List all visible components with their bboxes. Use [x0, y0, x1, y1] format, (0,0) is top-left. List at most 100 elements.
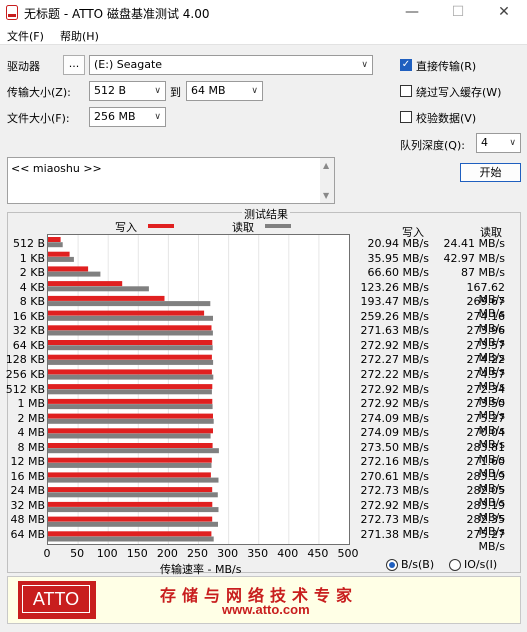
write-speed-value: 272.27 MB/s	[360, 353, 429, 366]
direct-io-label[interactable]: 直接传输(R)	[416, 58, 476, 74]
browse-button[interactable]: ...	[63, 55, 85, 75]
write-bar	[48, 457, 212, 463]
row-size-label: 16 MB	[10, 470, 45, 483]
verify-data-checkbox[interactable]	[400, 111, 412, 123]
unit-ios-radio[interactable]	[449, 559, 461, 571]
write-speed-value: 272.92 MB/s	[360, 383, 429, 396]
write-bar	[48, 340, 213, 345]
notes-textarea[interactable]: << miaoshu >> ▲ ▼	[7, 157, 335, 204]
row-size-label: 512 B	[12, 237, 45, 250]
x-tick-label: 100	[96, 547, 118, 560]
write-speed-value: 123.26 MB/s	[360, 281, 429, 294]
notes-scrollbar[interactable]: ▲ ▼	[320, 158, 334, 203]
read-bar	[48, 462, 212, 468]
window-title: 无标题 - ATTO 磁盘基准测试 4.00	[24, 7, 210, 21]
write-bar	[48, 398, 213, 404]
write-bar	[48, 369, 212, 375]
scroll-up-icon[interactable]: ▲	[323, 161, 329, 170]
chevron-down-icon: ∨	[154, 86, 161, 96]
row-size-label: 12 MB	[10, 455, 45, 468]
write-speed-value: 274.09 MB/s	[360, 412, 429, 425]
queue-depth-select[interactable]: 4 ∨	[476, 133, 521, 153]
row-size-label: 32 MB	[10, 499, 45, 512]
menu-file[interactable]: 文件(F)	[7, 28, 44, 44]
read-speed-value: 24.41 MB/s	[443, 237, 505, 250]
drive-label: 驱动器	[7, 60, 40, 73]
write-bar	[48, 281, 123, 287]
read-bar	[48, 433, 211, 439]
write-speed-value: 272.92 MB/s	[360, 339, 429, 352]
queue-depth-value: 4	[481, 136, 488, 149]
write-speed-value: 271.63 MB/s	[360, 324, 429, 337]
read-bar	[48, 521, 218, 527]
bypass-cache-label[interactable]: 绕过写入缓存(W)	[416, 84, 501, 100]
atto-logo[interactable]: ATTO	[18, 581, 96, 619]
x-tick-label: 350	[247, 547, 269, 560]
write-bar	[48, 251, 70, 257]
write-bar	[48, 501, 213, 507]
write-speed-value: 272.92 MB/s	[360, 397, 429, 410]
close-button[interactable]: ✕	[481, 0, 527, 26]
x-tick-label: 450	[307, 547, 329, 560]
transfer-size-label: 传输大小(Z):	[7, 86, 71, 99]
unit-bs-radio[interactable]	[386, 559, 398, 571]
file-size-select[interactable]: 256 MB ∨	[89, 107, 166, 127]
write-bar	[48, 487, 213, 493]
read-bar	[48, 477, 219, 483]
app-drive-icon	[6, 5, 18, 20]
read-bar	[48, 359, 214, 365]
drive-select[interactable]: (E:) Seagate ∨	[89, 55, 373, 75]
row-size-label: 2 KB	[19, 266, 45, 279]
read-bar	[48, 256, 74, 262]
write-speed-value: 259.26 MB/s	[360, 310, 429, 323]
menu-bar: 文件(F) 帮助(H)	[0, 26, 527, 45]
row-size-label: 48 MB	[10, 513, 45, 526]
transfer-from-select[interactable]: 512 B ∨	[89, 81, 166, 101]
write-bar	[48, 531, 212, 537]
write-speed-value: 20.94 MB/s	[367, 237, 429, 250]
direct-io-checkbox[interactable]: ✓	[400, 59, 412, 71]
start-button[interactable]: 开始	[460, 163, 521, 182]
write-bar	[48, 266, 89, 272]
x-tick-label: 300	[217, 547, 239, 560]
read-bar	[48, 286, 149, 292]
row-size-label: 2 MB	[17, 412, 45, 425]
write-bar	[48, 325, 212, 331]
transfer-to-select[interactable]: 64 MB ∨	[186, 81, 263, 101]
row-size-label: 32 KB	[12, 324, 45, 337]
write-bar	[48, 384, 213, 390]
file-size-value: 256 MB	[94, 110, 136, 123]
read-bar	[48, 448, 219, 454]
banner-url[interactable]: www.atto.com	[222, 602, 310, 617]
legend-read-label: 读取	[232, 221, 254, 234]
read-bar	[48, 507, 219, 513]
bypass-cache-checkbox[interactable]	[400, 85, 412, 97]
read-bar	[48, 418, 214, 424]
row-size-label: 8 MB	[17, 441, 45, 454]
minimize-button[interactable]: —	[389, 0, 435, 26]
x-tick-label: 0	[43, 547, 51, 560]
read-bar	[48, 404, 213, 410]
maximize-button[interactable]: ☐	[435, 0, 481, 26]
x-tick-label: 250	[187, 547, 208, 560]
menu-help[interactable]: 帮助(H)	[60, 28, 99, 44]
scroll-down-icon[interactable]: ▼	[323, 191, 329, 200]
write-bar	[48, 428, 213, 434]
write-speed-value: 270.61 MB/s	[360, 470, 429, 483]
write-speed-value: 272.92 MB/s	[360, 499, 429, 512]
unit-ios-label[interactable]: IO/s(I)	[464, 558, 497, 571]
row-size-label: 64 KB	[12, 339, 45, 352]
verify-data-label[interactable]: 校验数据(V)	[416, 110, 476, 126]
x-axis-label: 传输速率 - MB/s	[160, 563, 242, 576]
write-bar	[48, 295, 165, 301]
write-speed-value: 35.95 MB/s	[367, 252, 429, 265]
read-bar	[48, 271, 101, 277]
chevron-down-icon: ∨	[509, 138, 516, 148]
unit-bs-label[interactable]: B/s(B)	[401, 558, 434, 571]
write-bar	[48, 237, 61, 242]
read-speed-value: 42.97 MB/s	[443, 252, 505, 265]
row-size-label: 512 KB	[5, 383, 45, 396]
chevron-down-icon: ∨	[154, 112, 161, 122]
read-bar	[48, 242, 63, 248]
legend-read-swatch	[265, 224, 291, 228]
